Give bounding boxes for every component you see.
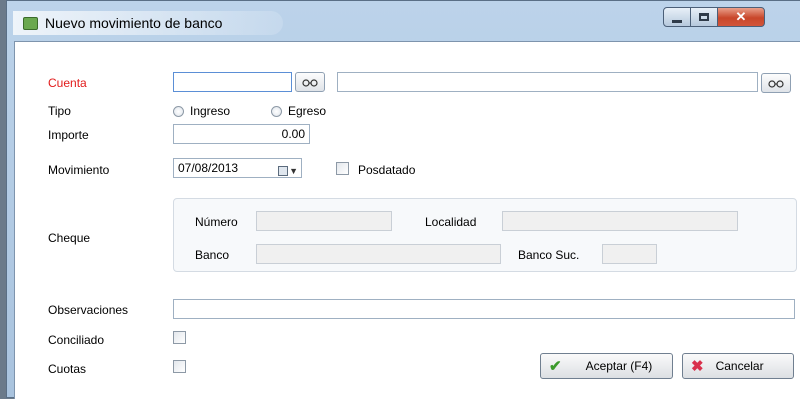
cuotas-label: Cuotas [48, 362, 87, 376]
title-bar[interactable]: Nuevo movimiento de banco ✕ [7, 1, 800, 39]
conciliado-checkbox[interactable] [173, 331, 186, 344]
observaciones-label: Observaciones [48, 303, 129, 317]
conciliado-label: Conciliado [48, 333, 105, 347]
cuenta-label: Cuenta [48, 76, 87, 90]
maximize-button[interactable] [690, 7, 718, 27]
check-icon: ✔ [549, 358, 562, 375]
app-icon [23, 17, 38, 30]
movimiento-label: Movimiento [48, 163, 110, 177]
minimize-icon [672, 19, 682, 23]
cancel-button[interactable]: ✖ Cancelar [682, 353, 794, 379]
banco-label: Banco [195, 248, 230, 262]
tipo-label: Tipo [48, 104, 71, 118]
dialog-window: Nuevo movimiento de banco ✕ Cuenta Tipo … [6, 0, 800, 399]
cheque-label: Cheque [48, 231, 91, 245]
posdatado-checkbox[interactable] [336, 162, 349, 175]
banco-suc-input [602, 244, 657, 264]
x-icon: ✖ [691, 358, 704, 375]
movimiento-date-picker[interactable]: 07/08/2013 ▼ [173, 158, 302, 178]
cuenta-name-input[interactable] [337, 72, 758, 92]
calendar-icon [278, 166, 289, 176]
cuotas-checkbox[interactable] [173, 360, 186, 373]
binoculars-icon [768, 80, 784, 88]
numero-input [256, 211, 392, 231]
banco-input [256, 244, 501, 264]
egreso-radio[interactable] [271, 106, 282, 117]
ingreso-label[interactable]: Ingreso [190, 104, 230, 118]
window-title: Nuevo movimiento de banco [45, 15, 223, 31]
cuenta-name-search-button[interactable] [761, 73, 791, 93]
form-area: Cuenta Tipo Ingreso Egreso Importe 0.00 … [14, 41, 800, 399]
binoculars-icon [302, 79, 318, 87]
maximize-icon [699, 13, 709, 21]
accept-button-label: Aceptar (F4) [585, 359, 653, 373]
minimize-button[interactable] [663, 7, 691, 27]
close-icon: ✕ [735, 9, 747, 24]
cancel-button-label: Cancelar [715, 359, 764, 373]
close-button[interactable]: ✕ [717, 7, 765, 27]
cheque-group: Número Localidad Banco Banco Suc. [173, 198, 797, 272]
numero-label: Número [195, 215, 238, 229]
observaciones-input[interactable] [173, 299, 795, 319]
date-dropdown-button[interactable]: ▼ [278, 162, 298, 180]
localidad-label: Localidad [425, 215, 477, 229]
importe-label: Importe [48, 128, 89, 142]
accept-button[interactable]: ✔ Aceptar (F4) [540, 353, 673, 379]
banco-suc-label: Banco Suc. [518, 248, 580, 262]
importe-input[interactable]: 0.00 [173, 124, 310, 144]
egreso-label[interactable]: Egreso [288, 104, 326, 118]
movimiento-date-value: 07/08/2013 [178, 161, 239, 175]
cuenta-code-input[interactable] [173, 72, 292, 92]
localidad-input [502, 211, 738, 231]
chevron-down-icon: ▼ [289, 166, 298, 176]
ingreso-radio[interactable] [173, 106, 184, 117]
cuenta-code-search-button[interactable] [295, 72, 325, 92]
posdatado-label[interactable]: Posdatado [358, 163, 415, 177]
